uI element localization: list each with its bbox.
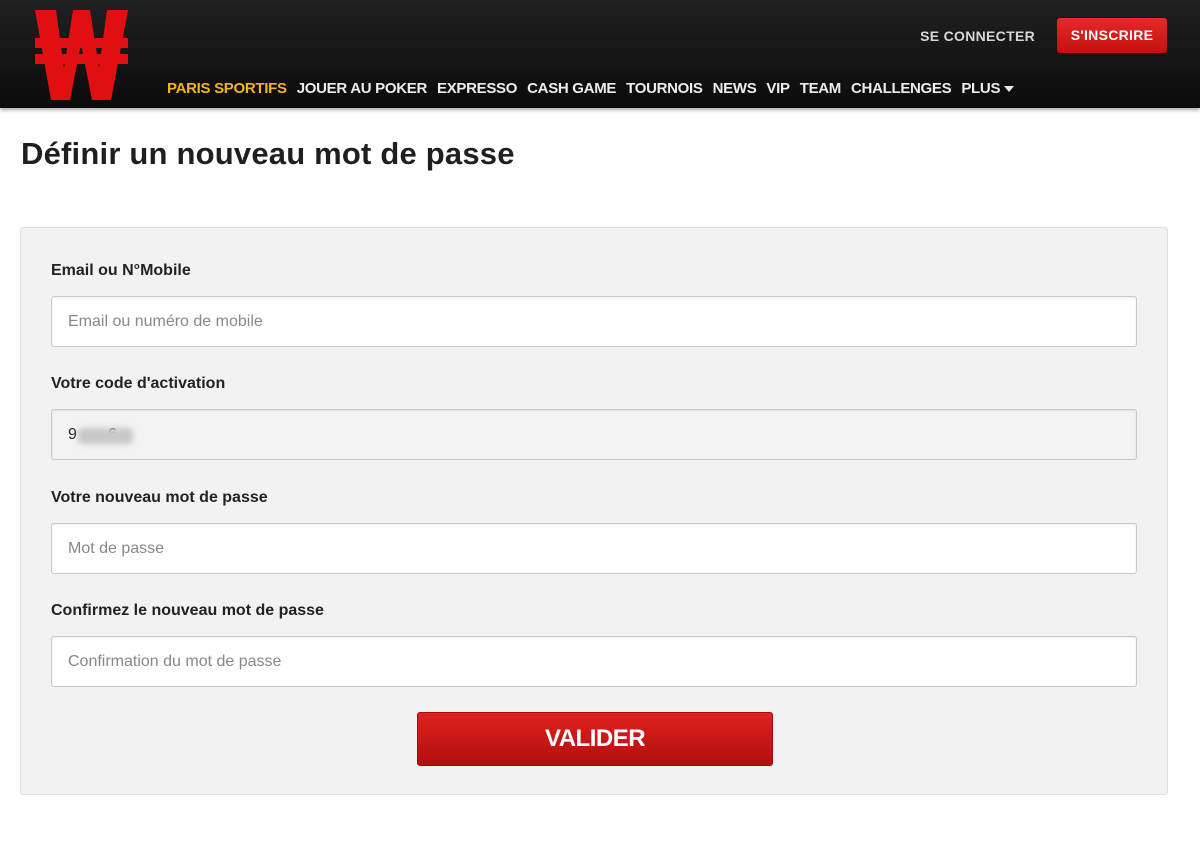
chevron-down-icon (1004, 86, 1015, 93)
redacted-code-mask (78, 428, 133, 444)
activation-code-label: Votre code d'activation (51, 375, 226, 392)
nav-item-news[interactable]: NEWS (713, 80, 757, 97)
email-label: Email ou N°Mobile (51, 262, 191, 279)
new-password-field[interactable] (51, 523, 1137, 574)
nav-item-tournois[interactable]: TOURNOIS (626, 80, 703, 97)
submit-button[interactable]: VALIDER (417, 712, 773, 766)
nav-item-vip[interactable]: VIP (766, 80, 790, 97)
login-link[interactable]: SE CONNECTER (920, 28, 1035, 44)
nav-item-paris-sportifs[interactable]: PARIS SPORTIFS (167, 80, 287, 97)
page-title: Définir un nouveau mot de passe (21, 136, 515, 171)
new-password-label: Votre nouveau mot de passe (51, 489, 268, 506)
nav-item-jouer-au-poker[interactable]: JOUER AU POKER (297, 80, 428, 97)
w-logo-icon[interactable] (35, 10, 128, 100)
nav-item-expresso[interactable]: EXPRESSO (437, 80, 517, 97)
auth-area: SE CONNECTER S'INSCRIRE (920, 18, 1167, 53)
signup-button[interactable]: S'INSCRIRE (1057, 18, 1167, 53)
nav-item-plus[interactable]: PLUS (961, 80, 1015, 97)
top-bar: SE CONNECTER S'INSCRIRE PARIS SPORTIFS J… (0, 0, 1200, 108)
email-field[interactable] (51, 296, 1137, 347)
main-nav: PARIS SPORTIFS JOUER AU POKER EXPRESSO C… (167, 80, 1024, 97)
reset-password-form: Email ou N°Mobile Votre code d'activatio… (20, 227, 1168, 795)
activation-code-field[interactable] (51, 409, 1137, 460)
confirm-password-label: Confirmez le nouveau mot de passe (51, 602, 324, 619)
nav-item-cash-game[interactable]: CASH GAME (527, 80, 616, 97)
confirm-password-field[interactable] (51, 636, 1137, 687)
nav-item-team[interactable]: TEAM (800, 80, 842, 97)
nav-item-plus-label: PLUS (961, 80, 1001, 97)
nav-item-challenges[interactable]: CHALLENGES (851, 80, 952, 97)
